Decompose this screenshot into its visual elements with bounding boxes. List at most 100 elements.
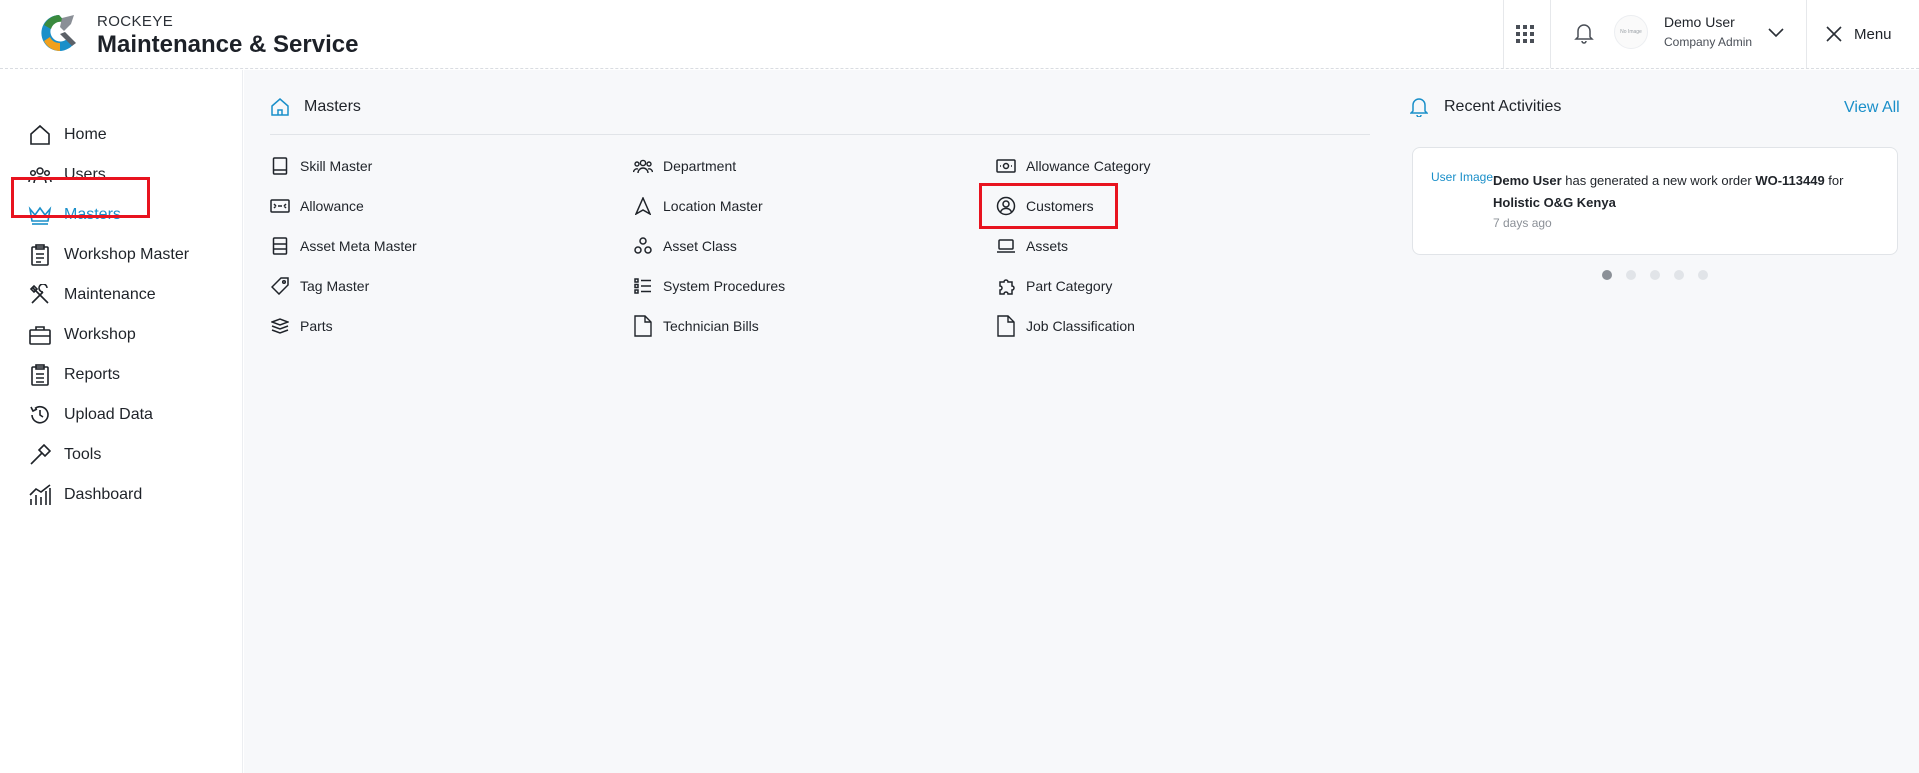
menu-button[interactable]: Menu: [1826, 21, 1892, 47]
page-title-text: Masters: [304, 98, 361, 115]
masters-item-assets[interactable]: Assets: [996, 232, 1068, 260]
header-divider: [1806, 0, 1807, 68]
masters-item-label: Allowance: [300, 198, 364, 214]
sidebar-item-label: Upload Data: [64, 406, 153, 423]
page-title: Masters: [270, 97, 361, 117]
tools-icon: [28, 283, 52, 307]
sidebar-item-home[interactable]: Home: [28, 119, 107, 151]
masters-item-label: Asset Class: [663, 238, 737, 254]
user-image: User Image: [1431, 170, 1494, 184]
puzzle-icon: [996, 276, 1016, 296]
carousel-dot[interactable]: [1650, 270, 1660, 280]
carousel-dots: [1602, 270, 1708, 280]
activity-card[interactable]: User Image Demo User has generated a new…: [1412, 147, 1898, 255]
masters-item-label: Job Classification: [1026, 318, 1135, 334]
masters-item-location-master[interactable]: Location Master: [633, 192, 763, 220]
sidebar-item-label: Workshop: [64, 326, 136, 343]
chevron-down-icon: [1768, 28, 1784, 38]
sidebar: Home Users Masters Workshop Master Maint…: [0, 70, 243, 773]
carousel-dot[interactable]: [1626, 270, 1636, 280]
sidebar-item-masters[interactable]: Masters: [28, 199, 121, 231]
sidebar-item-dashboard[interactable]: Dashboard: [28, 479, 142, 511]
home-icon: [28, 123, 52, 147]
masters-item-label: Assets: [1026, 238, 1069, 254]
activity-action: has generated a new work order: [1561, 173, 1756, 188]
recent-activities-title: Recent Activities: [1410, 97, 1561, 117]
carousel-dot[interactable]: [1602, 270, 1612, 280]
masters-item-label: Department: [663, 158, 737, 174]
masters-item-job-classification[interactable]: Job Classification: [996, 312, 1135, 340]
history-icon: [28, 403, 52, 427]
user-name: Demo User: [1664, 14, 1735, 30]
user-dropdown-button[interactable]: [1762, 22, 1790, 44]
masters-item-technician-bills[interactable]: Technician Bills: [633, 312, 759, 340]
masters-item-label: Allowance Category: [1026, 158, 1151, 174]
sidebar-item-label: Masters: [64, 206, 121, 223]
navigation-icon: [633, 196, 653, 216]
rockeye-logo[interactable]: [38, 12, 80, 54]
masters-item-label: Customers: [1026, 198, 1094, 214]
report-icon: [28, 363, 52, 387]
recent-activities-label: Recent Activities: [1444, 98, 1562, 115]
list-box-icon: [270, 236, 290, 256]
bell-icon: [1410, 98, 1428, 117]
sidebar-item-label: Dashboard: [64, 486, 143, 503]
sidebar-item-label: Maintenance: [64, 286, 156, 303]
group-icon: [633, 156, 653, 176]
main-content: Masters Skill Master Allowance Asset Met…: [244, 70, 1919, 773]
sidebar-item-workshop[interactable]: Workshop: [28, 319, 136, 351]
masters-item-tag-master[interactable]: Tag Master: [270, 272, 369, 300]
masters-item-label: System Procedures: [663, 278, 786, 294]
sidebar-item-maintenance[interactable]: Maintenance: [28, 279, 156, 311]
avatar[interactable]: No Image: [1614, 15, 1648, 49]
masters-item-label: Part Category: [1026, 278, 1113, 294]
activity-text: Demo User has generated a new work order…: [1493, 170, 1883, 214]
file-icon: [996, 315, 1016, 337]
sidebar-item-reports[interactable]: Reports: [28, 359, 120, 391]
masters-item-parts[interactable]: Parts: [270, 312, 333, 340]
user-role: Company Admin: [1664, 35, 1753, 49]
file-icon: [633, 315, 653, 337]
masters-item-skill-master[interactable]: Skill Master: [270, 152, 372, 180]
app-title: Maintenance & Service: [97, 31, 359, 58]
masters-item-department[interactable]: Department: [633, 152, 736, 180]
sidebar-item-label: Reports: [64, 366, 121, 383]
header-divider: [1550, 0, 1551, 68]
briefcase-icon: [28, 323, 52, 347]
bell-icon: [1574, 24, 1594, 44]
sidebar-item-upload-data[interactable]: Upload Data: [28, 399, 153, 431]
tag-icon: [270, 276, 290, 296]
masters-item-customers[interactable]: Customers: [996, 192, 1094, 220]
laptop-icon: [996, 236, 1016, 256]
home-icon: [271, 98, 289, 116]
sidebar-item-label: Users: [64, 166, 106, 183]
masters-item-part-category[interactable]: Part Category: [996, 272, 1112, 300]
close-icon: [1826, 26, 1842, 42]
hammer-icon: [28, 443, 52, 467]
masters-item-label: Skill Master: [300, 158, 373, 174]
apps-grid-button[interactable]: [1505, 18, 1545, 50]
masters-item-system-procedures[interactable]: System Procedures: [633, 272, 785, 300]
view-all-link[interactable]: View All: [1844, 99, 1900, 117]
top-header: ROCKEYE Maintenance & Service No Image D…: [0, 0, 1919, 69]
crown-icon: [28, 203, 52, 227]
masters-item-label: Technician Bills: [663, 318, 759, 334]
grid-icon: [1516, 25, 1534, 43]
masters-item-label: Location Master: [663, 198, 763, 214]
masters-item-allowance[interactable]: Allowance: [270, 192, 364, 220]
carousel-dot[interactable]: [1674, 270, 1684, 280]
brand-name: ROCKEYE: [97, 13, 174, 30]
masters-item-label: Parts: [300, 318, 333, 334]
masters-item-asset-class[interactable]: Asset Class: [633, 232, 737, 260]
sidebar-item-workshop-master[interactable]: Workshop Master: [28, 239, 189, 271]
carousel-dot[interactable]: [1698, 270, 1708, 280]
activity-work-order[interactable]: WO-113449: [1755, 173, 1824, 188]
sidebar-item-label: Tools: [64, 446, 102, 463]
masters-item-asset-meta-master[interactable]: Asset Meta Master: [270, 232, 417, 260]
sidebar-item-users[interactable]: Users: [28, 159, 106, 191]
masters-item-allowance-category[interactable]: Allowance Category: [996, 152, 1151, 180]
notifications-button[interactable]: [1564, 16, 1604, 50]
activity-for: for: [1824, 173, 1844, 188]
sidebar-item-tools[interactable]: Tools: [28, 439, 101, 471]
activity-company: Holistic O&G Kenya: [1493, 195, 1616, 210]
